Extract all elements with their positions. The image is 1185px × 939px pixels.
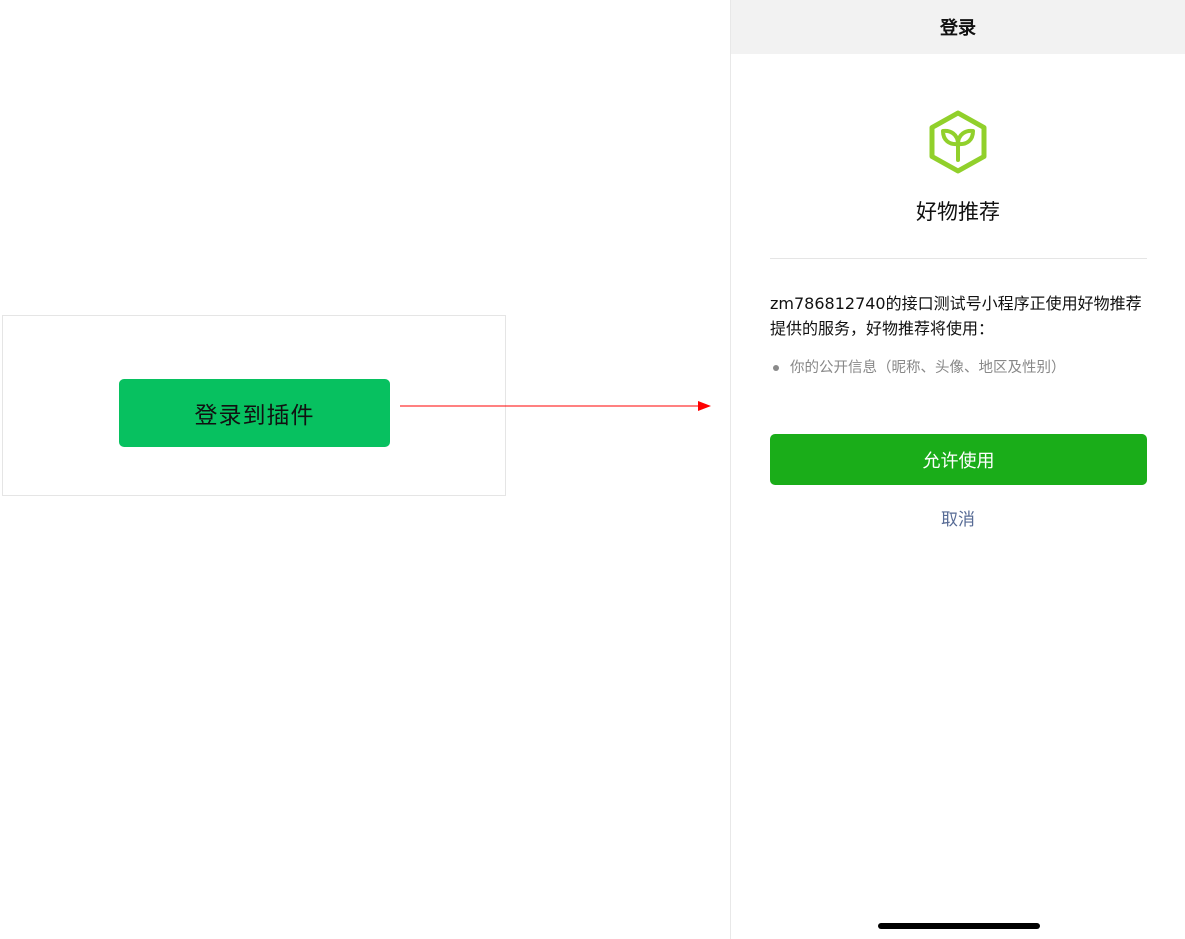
phone-auth-page: 登录 好物推荐 zm786812740的接口测试号小程序正使用好物推荐提供的服务… bbox=[730, 0, 1185, 939]
permission-scope-label: 你的公开信息（昵称、头像、地区及性别） bbox=[790, 360, 1066, 376]
sprout-cube-icon bbox=[929, 110, 987, 174]
flow-arrow-icon bbox=[400, 401, 711, 411]
cancel-button[interactable]: 取消 bbox=[731, 505, 1185, 530]
page-title: 登录 bbox=[940, 18, 976, 39]
home-indicator[interactable] bbox=[878, 923, 1040, 929]
login-to-plugin-button[interactable]: 登录到插件 bbox=[119, 379, 390, 447]
permission-scope-item: 你的公开信息（昵称、头像、地区及性别） bbox=[770, 357, 1150, 379]
plugin-name: 好物推荐 bbox=[916, 200, 1000, 224]
screenshot-canvas: 登录到插件 登录 好物推荐 zm786812740的接口测试号小程序正使用好物推… bbox=[0, 0, 1185, 939]
divider bbox=[770, 258, 1147, 259]
bullet-dot-icon bbox=[773, 365, 779, 371]
nav-bar: 登录 bbox=[731, 0, 1185, 54]
authorization-description: zm786812740的接口测试号小程序正使用好物推荐提供的服务，好物推荐将使用… bbox=[770, 294, 1142, 338]
allow-button[interactable]: 允许使用 bbox=[770, 434, 1147, 485]
